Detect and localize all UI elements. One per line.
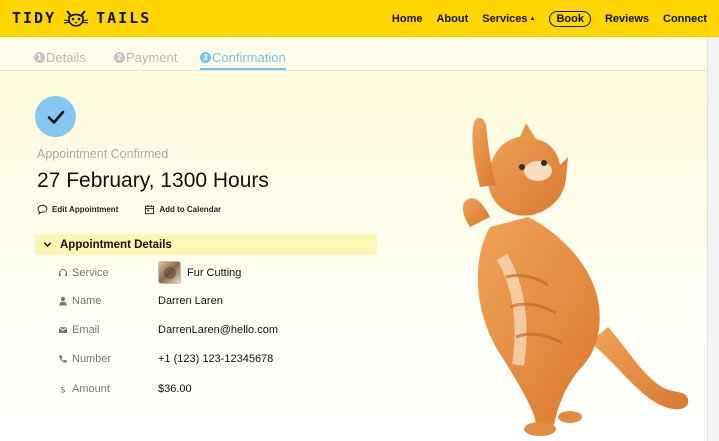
tab-details[interactable]: 1 Details <box>34 50 86 65</box>
detail-value: DarrenLaren@hello.com <box>158 324 278 336</box>
step-number: 2 <box>114 52 125 63</box>
tab-payment[interactable]: 2 Payment <box>114 50 177 65</box>
detail-label-text: Number <box>72 353 112 365</box>
person-icon <box>59 296 67 306</box>
step-number: 1 <box>34 52 45 63</box>
svg-text:$: $ <box>60 386 66 394</box>
detail-row-amount: $ Amount $36.00 <box>58 383 192 395</box>
detail-value: $36.00 <box>158 383 192 395</box>
step-tabs: 1 Details 2 Payment 3 Confirmation <box>0 37 707 71</box>
caret-up-icon: ▲ <box>529 15 536 22</box>
section-title: Appointment Details <box>60 238 172 251</box>
page-scrollbar[interactable] <box>707 37 719 441</box>
nav-book[interactable]: Book <box>549 10 591 27</box>
cat-face-icon <box>64 10 89 27</box>
detail-value-text: Darren Laren <box>158 295 223 307</box>
brand-logo[interactable]: TIDY TAILS <box>12 6 151 30</box>
calendar-icon <box>145 205 155 215</box>
step-number: 3 <box>200 52 211 63</box>
detail-row-number: Number +1 (123) 123-12345678 <box>58 353 273 365</box>
detail-label: Service <box>58 267 158 279</box>
tab-label: Details <box>46 50 86 65</box>
nav-services-label: Services <box>482 12 528 25</box>
tab-label: Confirmation <box>212 50 286 65</box>
standing-cat-illustration <box>462 117 689 436</box>
detail-label: Email <box>58 324 158 336</box>
detail-value-text: $36.00 <box>158 383 192 395</box>
detail-value-text: +1 (123) 123-12345678 <box>158 353 274 365</box>
detail-label-text: Email <box>72 324 100 336</box>
nav-connect[interactable]: Connect <box>663 13 707 25</box>
envelope-icon <box>58 327 68 333</box>
status-label: Appointment Confirmed <box>37 147 169 161</box>
speech-bubble-icon <box>37 204 48 215</box>
headset-icon <box>59 268 67 276</box>
nav-about[interactable]: About <box>436 13 468 25</box>
detail-row-service: Service Fur Cutting <box>58 261 241 284</box>
detail-label-text: Service <box>72 266 109 279</box>
detail-label-text: Amount <box>72 383 110 395</box>
phone-icon <box>59 355 67 363</box>
detail-label: Number <box>58 353 158 365</box>
nav-services[interactable]: Services ▲ <box>482 13 535 25</box>
edit-appointment-button[interactable]: Edit Appointment <box>37 204 118 215</box>
service-thumbnail <box>158 261 181 284</box>
nav-reviews[interactable]: Reviews <box>605 13 649 25</box>
nav-home[interactable]: Home <box>392 13 423 25</box>
detail-label: $ Amount <box>58 383 158 395</box>
appointment-actions: Edit Appointment Add to Calendar <box>37 204 221 215</box>
brand-name-left: TIDY <box>12 9 57 27</box>
checkmark-icon <box>47 110 64 124</box>
top-nav-bar: TIDY TAILS Home About Services ▲ Book Re… <box>0 0 719 37</box>
detail-value-text: DarrenLaren@hello.com <box>158 324 279 336</box>
detail-value-text: Fur Cutting <box>187 266 242 279</box>
detail-label-text: Name <box>72 295 102 307</box>
tab-label: Payment <box>126 50 178 65</box>
detail-row-name: Name Darren Laren <box>58 295 223 307</box>
appointment-datetime: 27 February, 1300 Hours <box>37 169 269 192</box>
detail-value: Fur Cutting <box>158 261 241 284</box>
add-to-calendar-button[interactable]: Add to Calendar <box>144 204 221 215</box>
detail-row-email: Email DarrenLaren@hello.com <box>58 324 278 336</box>
add-to-calendar-label: Add to Calendar <box>159 205 222 214</box>
chevron-down-icon <box>43 242 52 248</box>
appointment-details-toggle[interactable]: Appointment Details <box>35 234 377 255</box>
edit-appointment-label: Edit Appointment <box>52 205 119 214</box>
detail-value: +1 (123) 123-12345678 <box>158 353 273 365</box>
tab-confirmation[interactable]: 3 Confirmation <box>200 50 286 70</box>
detail-value: Darren Laren <box>158 295 223 307</box>
confirmed-check-badge <box>35 96 76 137</box>
dollar-icon: $ <box>60 386 66 394</box>
booking-confirmation-panel: 1 Details 2 Payment 3 Confirmation Appoi… <box>0 37 719 441</box>
detail-label: Name <box>58 295 158 307</box>
brand-name-right: TAILS <box>96 9 152 27</box>
main-nav: Home About Services ▲ Book Reviews Conne… <box>392 0 707 37</box>
